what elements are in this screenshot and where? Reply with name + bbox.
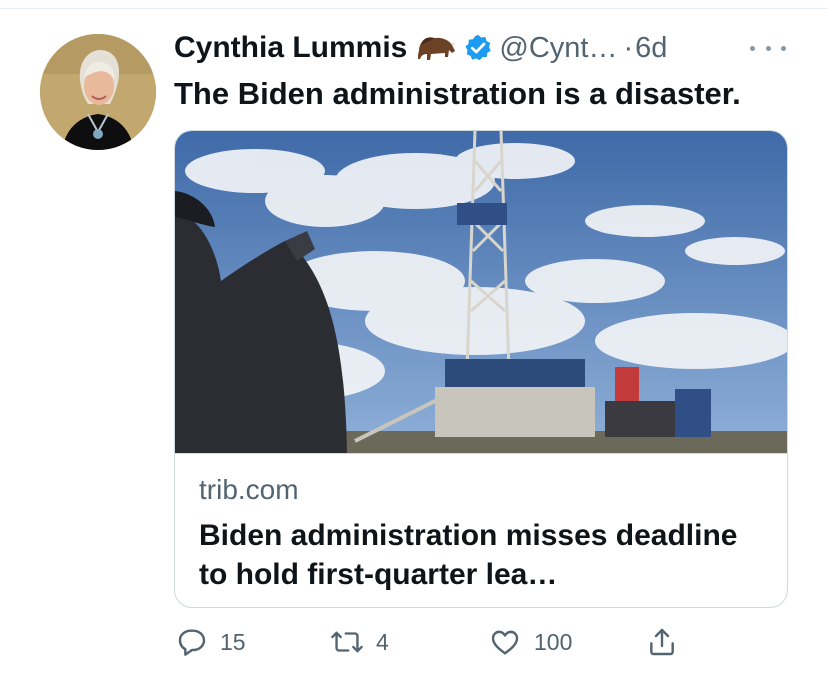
card-image[interactable] [175,131,787,453]
retweet-count: 4 [376,628,389,655]
reply-icon [176,626,208,658]
avatar[interactable] [40,34,156,150]
link-card[interactable]: trib.com Biden administration misses dea… [174,130,788,608]
retweet-icon [330,626,364,658]
tweet-timestamp[interactable]: 6d [635,32,667,65]
card-title: Biden administration misses deadline to … [199,519,738,591]
share-button[interactable] [646,620,678,664]
retweet-button[interactable]: 4 [330,620,389,664]
like-button[interactable]: 100 [488,620,572,664]
like-count: 100 [534,628,573,655]
card-domain: trib.com [199,474,299,505]
card-body: trib.com Biden administration misses dea… [175,453,787,607]
reply-count: 15 [220,628,246,655]
top-divider [0,8,828,9]
header-separator: · [623,31,634,64]
more-icon[interactable] [750,38,786,58]
tweet-text: The Biden administration is a disaster. [174,76,741,111]
reply-button[interactable]: 15 [176,620,246,664]
share-icon [646,625,678,659]
tweet-header: Cynthia Lummis @Cynt… · 6d [174,28,667,68]
author-name[interactable]: Cynthia Lummis [174,31,407,65]
heart-icon [488,626,522,658]
tweet-actions: 15 4 100 [174,620,786,664]
bison-icon [415,33,457,63]
verified-badge-icon [463,33,493,63]
author-handle[interactable]: @Cynt… [499,32,617,65]
